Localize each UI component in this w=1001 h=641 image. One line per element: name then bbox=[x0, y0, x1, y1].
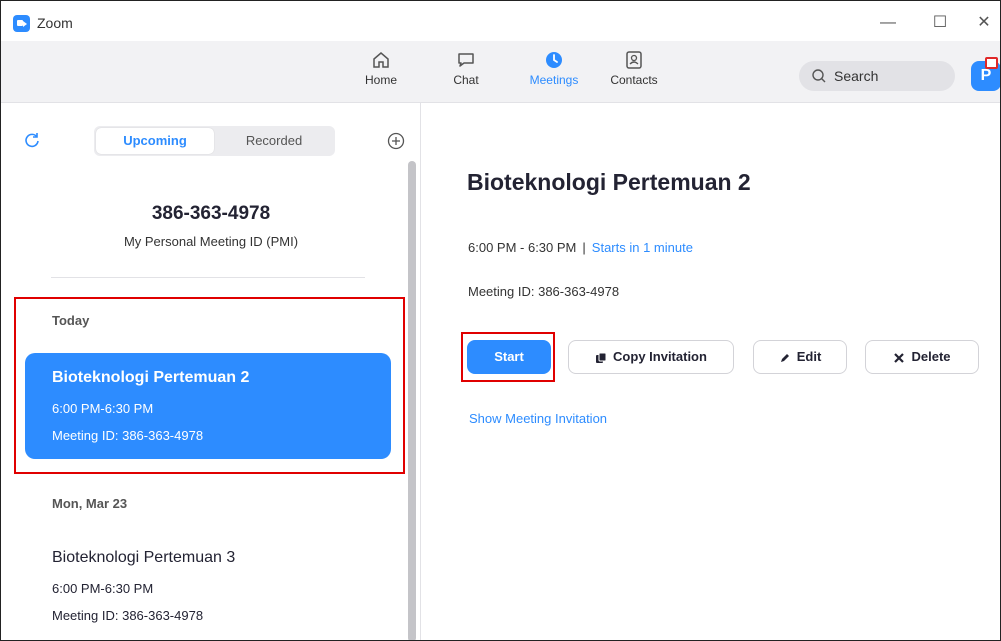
tab-chat[interactable]: Chat bbox=[431, 49, 501, 87]
home-icon bbox=[373, 52, 389, 68]
tab-home-label: Home bbox=[364, 73, 397, 87]
close-icon bbox=[894, 352, 905, 363]
day-header-mon-mar-23: Mon, Mar 23 bbox=[52, 496, 128, 511]
meeting-id: Meeting ID: 386-363-4978 bbox=[52, 608, 204, 623]
zoom-window: Zoom — ☐ ✕ Home Chat Meetings Contacts S… bbox=[0, 0, 1001, 641]
maximize-button[interactable]: ☐ bbox=[925, 11, 955, 35]
edit-button[interactable]: Edit bbox=[753, 340, 847, 374]
show-meeting-invitation-link[interactable]: Show Meeting Invitation bbox=[469, 411, 607, 426]
edit-label: Edit bbox=[796, 349, 822, 364]
annotation-highlight-box bbox=[461, 332, 555, 382]
window-title: Zoom bbox=[37, 15, 73, 31]
meeting-title: Bioteknologi Pertemuan 3 bbox=[52, 549, 236, 566]
minimize-button[interactable]: — bbox=[873, 11, 903, 35]
top-nav: Home Chat Meetings Contacts Search P bbox=[1, 41, 1000, 103]
search-icon bbox=[812, 69, 826, 83]
tab-chat-label: Chat bbox=[453, 73, 479, 87]
title-bar: Zoom — ☐ ✕ bbox=[1, 1, 1000, 41]
meeting-detail-time: 6:00 PM - 6:30 PM | Starts in 1 minute bbox=[468, 240, 693, 255]
meetings-segmented-control: Upcoming Recorded bbox=[94, 126, 335, 156]
tab-recorded[interactable]: Recorded bbox=[215, 128, 333, 154]
pencil-icon bbox=[780, 353, 789, 362]
copy-invitation-button[interactable]: Copy Invitation bbox=[568, 340, 734, 374]
tab-meetings[interactable]: Meetings bbox=[519, 49, 589, 87]
calendar-badge-icon bbox=[985, 57, 998, 69]
tab-upcoming[interactable]: Upcoming bbox=[96, 128, 214, 154]
meeting-detail-panel: Bioteknologi Pertemuan 2 6:00 PM - 6:30 … bbox=[422, 103, 1000, 640]
tab-meetings-label: Meetings bbox=[529, 73, 579, 87]
chat-icon bbox=[458, 53, 474, 67]
search-input[interactable]: Search bbox=[799, 61, 955, 91]
add-meeting-icon[interactable] bbox=[387, 132, 405, 150]
copy-invitation-label: Copy Invitation bbox=[613, 349, 707, 364]
contacts-icon bbox=[626, 51, 642, 69]
tab-contacts[interactable]: Contacts bbox=[599, 49, 669, 87]
delete-label: Delete bbox=[911, 349, 951, 364]
time-separator: | bbox=[582, 240, 586, 255]
meeting-detail-title: Bioteknologi Pertemuan 2 bbox=[467, 169, 751, 195]
meeting-detail-id: Meeting ID: 386-363-4978 bbox=[468, 284, 620, 299]
pmi-label: My Personal Meeting ID (PMI) bbox=[123, 234, 299, 249]
close-button[interactable]: ✕ bbox=[969, 11, 999, 35]
annotation-highlight-box bbox=[14, 297, 405, 474]
zoom-app-icon bbox=[13, 15, 30, 32]
copy-icon bbox=[596, 352, 607, 363]
tab-contacts-label: Contacts bbox=[610, 73, 658, 87]
meetings-list-panel: Upcoming Recorded 386-363-4978 My Person… bbox=[1, 103, 421, 640]
pmi-number: 386-363-4978 bbox=[151, 203, 271, 224]
divider bbox=[51, 277, 365, 278]
refresh-icon[interactable] bbox=[23, 131, 41, 149]
list-scrollbar[interactable] bbox=[408, 161, 416, 640]
delete-button[interactable]: Delete bbox=[865, 340, 979, 374]
meeting-time: 6:00 PM-6:30 PM bbox=[52, 581, 154, 596]
search-placeholder: Search bbox=[834, 68, 879, 84]
starts-in-label: Starts in 1 minute bbox=[591, 240, 693, 255]
meeting-time-range: 6:00 PM - 6:30 PM bbox=[468, 240, 577, 255]
tab-home[interactable]: Home bbox=[346, 49, 416, 87]
clock-icon bbox=[546, 52, 562, 68]
